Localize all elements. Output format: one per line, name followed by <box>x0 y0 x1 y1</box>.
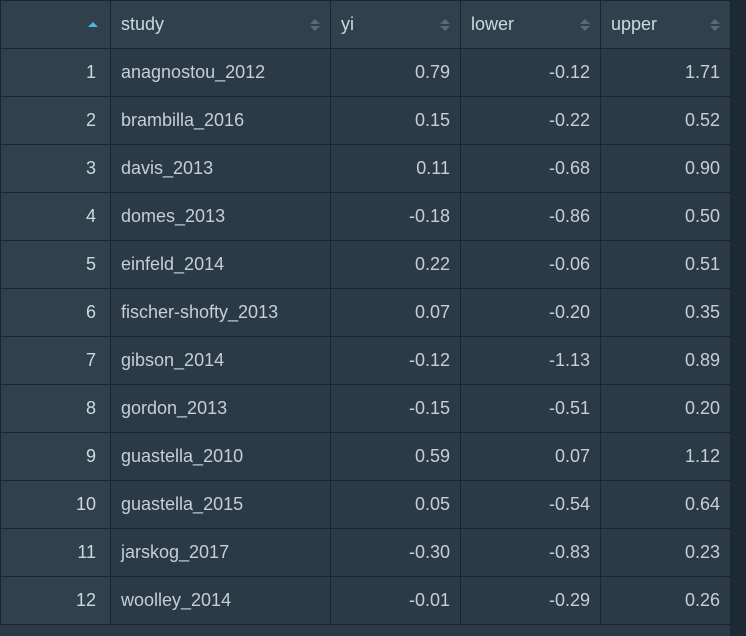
cell-upper[interactable]: 0.64 <box>601 481 731 529</box>
cell-upper[interactable]: 0.90 <box>601 145 731 193</box>
col-header-label: lower <box>471 14 514 34</box>
table-row[interactable]: 2brambilla_20160.15-0.220.52 <box>1 97 731 145</box>
row-number[interactable]: 3 <box>1 145 111 193</box>
cell-study[interactable]: gibson_2014 <box>111 337 331 385</box>
cell-yi[interactable]: -0.18 <box>331 193 461 241</box>
table-row[interactable]: 3davis_20130.11-0.680.90 <box>1 145 731 193</box>
table-row[interactable]: 9guastella_20100.590.071.12 <box>1 433 731 481</box>
table-row[interactable]: 6fischer-shofty_20130.07-0.200.35 <box>1 289 731 337</box>
cell-study[interactable]: fischer-shofty_2013 <box>111 289 331 337</box>
sort-icon <box>310 15 322 35</box>
cell-yi[interactable]: 0.22 <box>331 241 461 289</box>
cell-study[interactable]: gordon_2013 <box>111 385 331 433</box>
row-number[interactable]: 6 <box>1 289 111 337</box>
cell-yi[interactable]: 0.07 <box>331 289 461 337</box>
cell-yi[interactable]: 0.11 <box>331 145 461 193</box>
cell-lower[interactable]: -0.54 <box>461 481 601 529</box>
col-header-yi[interactable]: yi <box>331 1 461 49</box>
row-number[interactable]: 8 <box>1 385 111 433</box>
table-row[interactable]: 10guastella_20150.05-0.540.64 <box>1 481 731 529</box>
cell-yi[interactable]: 0.15 <box>331 97 461 145</box>
cell-upper[interactable]: 0.89 <box>601 337 731 385</box>
cell-upper[interactable]: 0.50 <box>601 193 731 241</box>
data-table: study yi lower <box>0 0 731 625</box>
sort-asc-icon <box>88 15 100 35</box>
cell-yi[interactable]: -0.12 <box>331 337 461 385</box>
cell-lower[interactable]: -0.20 <box>461 289 601 337</box>
cell-lower[interactable]: -0.68 <box>461 145 601 193</box>
table-row[interactable]: 11jarskog_2017-0.30-0.830.23 <box>1 529 731 577</box>
table-header-row: study yi lower <box>1 1 731 49</box>
cell-upper[interactable]: 0.51 <box>601 241 731 289</box>
table-row[interactable]: 1anagnostou_20120.79-0.121.71 <box>1 49 731 97</box>
cell-yi[interactable]: 0.79 <box>331 49 461 97</box>
row-number[interactable]: 11 <box>1 529 111 577</box>
cell-lower[interactable]: -0.83 <box>461 529 601 577</box>
row-number[interactable]: 5 <box>1 241 111 289</box>
row-number[interactable]: 12 <box>1 577 111 625</box>
row-number[interactable]: 10 <box>1 481 111 529</box>
cell-upper[interactable]: 0.52 <box>601 97 731 145</box>
col-header-lower[interactable]: lower <box>461 1 601 49</box>
cell-study[interactable]: jarskog_2017 <box>111 529 331 577</box>
sort-icon <box>710 15 722 35</box>
cell-study[interactable]: einfeld_2014 <box>111 241 331 289</box>
col-header-upper[interactable]: upper <box>601 1 731 49</box>
cell-lower[interactable]: -1.13 <box>461 337 601 385</box>
cell-lower[interactable]: -0.29 <box>461 577 601 625</box>
table-row[interactable]: 12woolley_2014-0.01-0.290.26 <box>1 577 731 625</box>
cell-upper[interactable]: 0.23 <box>601 529 731 577</box>
row-number[interactable]: 7 <box>1 337 111 385</box>
table-row[interactable]: 8gordon_2013-0.15-0.510.20 <box>1 385 731 433</box>
cell-upper[interactable]: 1.12 <box>601 433 731 481</box>
table-row[interactable]: 7gibson_2014-0.12-1.130.89 <box>1 337 731 385</box>
cell-yi[interactable]: -0.30 <box>331 529 461 577</box>
col-header-label: study <box>121 14 164 34</box>
cell-lower[interactable]: -0.06 <box>461 241 601 289</box>
cell-study[interactable]: brambilla_2016 <box>111 97 331 145</box>
row-number[interactable]: 1 <box>1 49 111 97</box>
row-number[interactable]: 9 <box>1 433 111 481</box>
cell-study[interactable]: woolley_2014 <box>111 577 331 625</box>
cell-lower[interactable]: -0.22 <box>461 97 601 145</box>
cell-yi[interactable]: -0.01 <box>331 577 461 625</box>
row-number[interactable]: 4 <box>1 193 111 241</box>
cell-study[interactable]: guastella_2015 <box>111 481 331 529</box>
cell-upper[interactable]: 0.20 <box>601 385 731 433</box>
cell-yi[interactable]: 0.59 <box>331 433 461 481</box>
cell-lower[interactable]: -0.12 <box>461 49 601 97</box>
cell-yi[interactable]: -0.15 <box>331 385 461 433</box>
col-header-study[interactable]: study <box>111 1 331 49</box>
table-row[interactable]: 4domes_2013-0.18-0.860.50 <box>1 193 731 241</box>
cell-lower[interactable]: 0.07 <box>461 433 601 481</box>
cell-lower[interactable]: -0.51 <box>461 385 601 433</box>
cell-upper[interactable]: 0.35 <box>601 289 731 337</box>
cell-study[interactable]: davis_2013 <box>111 145 331 193</box>
cell-study[interactable]: domes_2013 <box>111 193 331 241</box>
col-header-label: upper <box>611 14 657 34</box>
cell-upper[interactable]: 0.26 <box>601 577 731 625</box>
cell-upper[interactable]: 1.71 <box>601 49 731 97</box>
row-number[interactable]: 2 <box>1 97 111 145</box>
sort-icon <box>440 15 452 35</box>
cell-study[interactable]: guastella_2010 <box>111 433 331 481</box>
cell-study[interactable]: anagnostou_2012 <box>111 49 331 97</box>
cell-lower[interactable]: -0.86 <box>461 193 601 241</box>
cell-yi[interactable]: 0.05 <box>331 481 461 529</box>
col-header-label: yi <box>341 14 354 34</box>
col-header-rownum[interactable] <box>1 1 111 49</box>
data-table-viewer: study yi lower <box>0 0 730 636</box>
table-row[interactable]: 5einfeld_20140.22-0.060.51 <box>1 241 731 289</box>
sort-icon <box>580 15 592 35</box>
